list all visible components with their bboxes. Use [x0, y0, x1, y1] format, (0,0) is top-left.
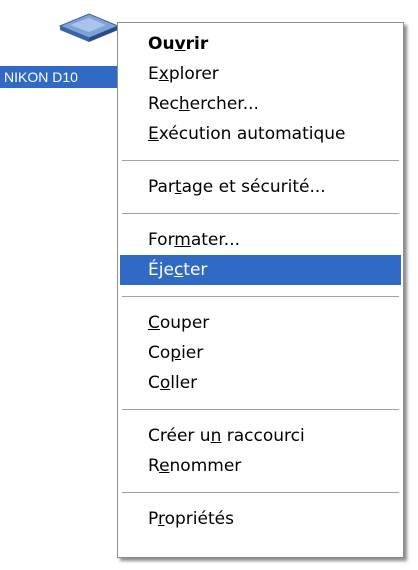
menu-item-sharing[interactable]: Partage et sécurité... [120, 172, 401, 202]
menu-item-explore[interactable]: Explorer [120, 59, 401, 89]
menu-separator [122, 213, 399, 214]
context-menu: Ouvrir Explorer Rechercher... Exécution … [117, 22, 404, 558]
menu-item-open[interactable]: Ouvrir [120, 29, 401, 59]
menu-separator [122, 492, 399, 493]
removable-drive-icon[interactable] [56, 12, 122, 42]
desktop[interactable]: NIKON D10 Ouvrir Explorer Rechercher... … [0, 0, 418, 570]
menu-item-format[interactable]: Formater... [120, 225, 401, 255]
menu-separator [122, 409, 399, 410]
menu-item-rename[interactable]: Renommer [120, 451, 401, 481]
menu-item-cut[interactable]: Couper [120, 308, 401, 338]
menu-item-autoplay[interactable]: Exécution automatique [120, 119, 401, 149]
menu-separator [122, 160, 399, 161]
menu-item-search[interactable]: Rechercher... [120, 89, 401, 119]
menu-item-properties[interactable]: Propriétés [120, 504, 401, 534]
menu-item-create-shortcut[interactable]: Créer un raccourci [120, 421, 401, 451]
menu-item-copy[interactable]: Copier [120, 338, 401, 368]
menu-item-eject[interactable]: Éjecter [120, 255, 401, 285]
menu-separator [122, 296, 399, 297]
menu-item-paste[interactable]: Coller [120, 368, 401, 398]
drive-label[interactable]: NIKON D10 [0, 66, 118, 88]
